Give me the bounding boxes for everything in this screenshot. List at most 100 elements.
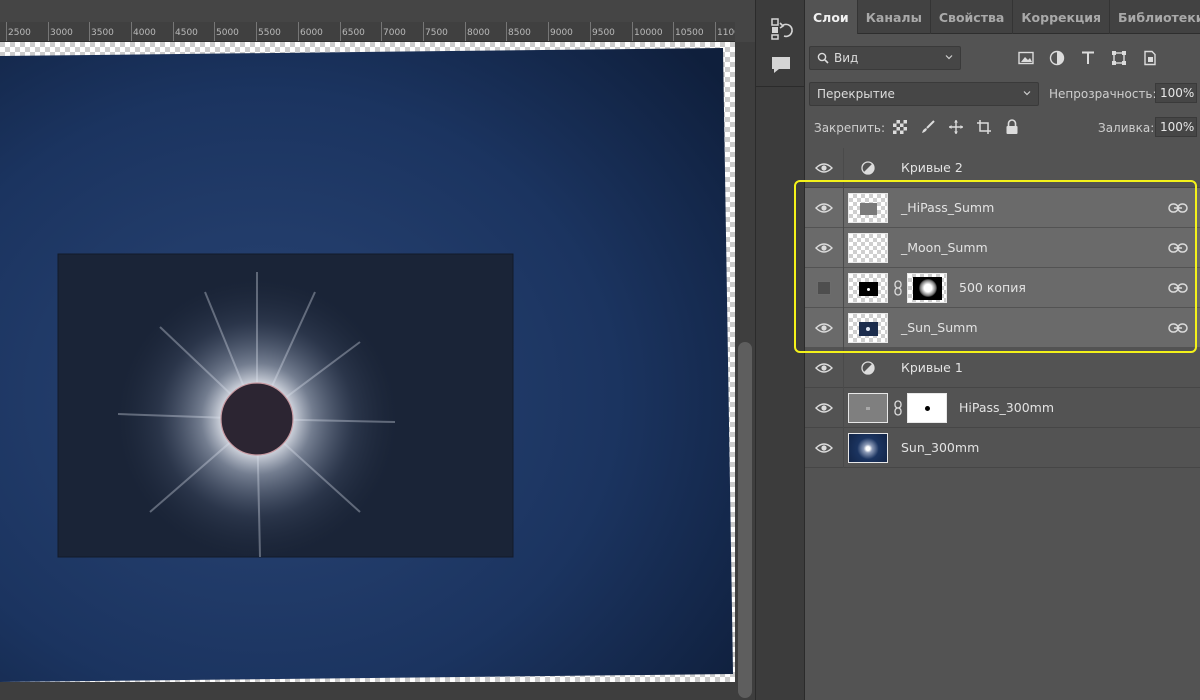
search-icon [817,52,829,64]
layer-row-hipass-summ[interactable]: _HiPass_Summ [805,188,1200,228]
tab-adjustments[interactable]: Коррекция [1013,0,1111,34]
tab-layers[interactable]: Слои [805,0,858,34]
link-icon[interactable] [1168,322,1188,334]
ruler-label: 3500 [91,28,114,38]
blend-row: Перекрытие Непрозрачность: 100% [809,82,1197,108]
ruler-label: 5500 [258,28,281,38]
lock-artboard-crop-icon[interactable] [975,118,993,136]
ruler-label: 7500 [425,28,448,38]
layer-mask-thumbnail[interactable] [907,393,947,423]
ruler-label: 2500 [8,28,31,38]
eye-icon[interactable] [815,441,833,455]
blend-mode-select[interactable]: Перекрытие [809,82,1039,106]
layer-name: 500 копия [959,280,1026,295]
ruler-label: 6500 [342,28,365,38]
comments-icon[interactable] [766,50,796,80]
lock-position-move-icon[interactable] [947,118,965,136]
link-icon[interactable] [1168,242,1188,254]
ruler-label: 1100 [717,28,735,38]
layer-thumbnail [848,273,888,303]
layer-filter-row: Вид [809,46,1194,72]
layers-panel: Слои Каналы Свойства Коррекция Библиотек… [805,0,1200,700]
layer-name: _HiPass_Summ [901,200,995,215]
layer-row-sun-300mm[interactable]: Sun_300mm [805,428,1200,468]
eye-icon[interactable] [815,361,833,375]
layer-name: HiPass_300mm [959,400,1054,415]
layer-thumbnail [848,233,888,263]
link-icon[interactable] [1168,202,1188,214]
ruler-label: 8000 [467,28,490,38]
filter-type-icons [1015,46,1161,70]
layer-thumbnail [848,433,888,463]
lock-transparency-icon[interactable] [891,118,909,136]
eclipse-image [0,42,735,682]
vertical-scrollbar[interactable] [735,42,755,700]
type-filter-icon[interactable] [1077,47,1099,69]
chevron-down-icon [1023,91,1031,96]
adjustment-filter-icon[interactable] [1046,47,1068,69]
ruler-label: 9500 [592,28,615,38]
ruler-label: 3000 [50,28,73,38]
document-canvas[interactable] [0,42,735,682]
eye-icon[interactable] [815,321,833,335]
tab-properties[interactable]: Свойства [931,0,1014,34]
blend-mode-label: Перекрытие [817,87,895,101]
layer-row-curves-1[interactable]: Кривые 1 [805,348,1200,388]
layer-name: Sun_300mm [901,440,980,455]
opacity-label: Непрозрачность: [1049,87,1157,101]
history-icon[interactable] [766,14,796,44]
panel-tabs: Слои Каналы Свойства Коррекция Библиотек… [805,0,1200,34]
fill-label: Заливка: [1098,121,1155,135]
collapsed-panel-strip [755,0,805,700]
canvas-area[interactable]: 2500 3000 3500 4000 4500 5000 5500 6000 … [0,0,755,700]
fill-field[interactable]: 100% [1155,117,1197,137]
layer-mask-thumbnail[interactable] [907,273,947,303]
mask-chain-icon[interactable] [893,280,903,296]
tab-channels[interactable]: Каналы [858,0,931,34]
horizontal-scrollbar[interactable] [0,682,735,700]
layer-thumbnail [848,193,888,223]
layer-row-500-copy[interactable]: 500 копия [805,268,1200,308]
chevron-down-icon [945,55,953,60]
link-icon[interactable] [1168,282,1188,294]
filter-kind-select[interactable]: Вид [809,46,961,70]
adjustment-layer-icon [861,161,875,175]
layer-row-curves-2[interactable]: Кривые 2 [805,148,1200,188]
ruler-label: 10500 [675,28,704,38]
ruler-label: 7000 [383,28,406,38]
lock-pixels-brush-icon[interactable] [919,118,937,136]
layer-row-sun-summ[interactable]: _Sun_Summ [805,308,1200,348]
tab-libraries[interactable]: Библиотеки [1110,0,1200,34]
layer-thumbnail [848,313,888,343]
eye-icon[interactable] [815,201,833,215]
layer-row-hipass-300mm[interactable]: HiPass_300mm [805,388,1200,428]
lock-label: Закрепить: [814,121,886,135]
visibility-toggle-off[interactable] [817,281,831,295]
moon-disc [220,382,294,456]
horizontal-ruler[interactable]: 2500 3000 3500 4000 4500 5000 5500 6000 … [0,22,735,42]
ruler-label: 10000 [634,28,663,38]
eye-icon[interactable] [815,161,833,175]
smart-object-filter-icon[interactable] [1139,47,1161,69]
scroll-thumb[interactable] [738,342,752,698]
layer-list: Кривые 2 _HiPass_Summ _Moon_Summ 500 коп… [805,148,1200,468]
layer-thumbnail [848,393,888,423]
eye-icon[interactable] [815,241,833,255]
layer-name: Кривые 2 [901,160,963,175]
eye-icon[interactable] [815,401,833,415]
opacity-field[interactable]: 100% [1155,83,1197,103]
shape-filter-icon[interactable] [1108,47,1130,69]
layer-name: _Moon_Summ [901,240,988,255]
ruler-label: 9000 [550,28,573,38]
ruler-label: 8500 [508,28,531,38]
lock-all-icon[interactable] [1003,118,1021,136]
mask-chain-icon[interactable] [893,400,903,416]
filter-kind-label: Вид [834,51,859,65]
lock-row: Закрепить: Заливка: 100% [809,116,1197,142]
layer-name: Кривые 1 [901,360,963,375]
image-filter-icon[interactable] [1015,47,1037,69]
layer-row-moon-summ[interactable]: _Moon_Summ [805,228,1200,268]
layer-name: _Sun_Summ [901,320,978,335]
divider [756,86,805,87]
lock-icons [891,118,1021,136]
